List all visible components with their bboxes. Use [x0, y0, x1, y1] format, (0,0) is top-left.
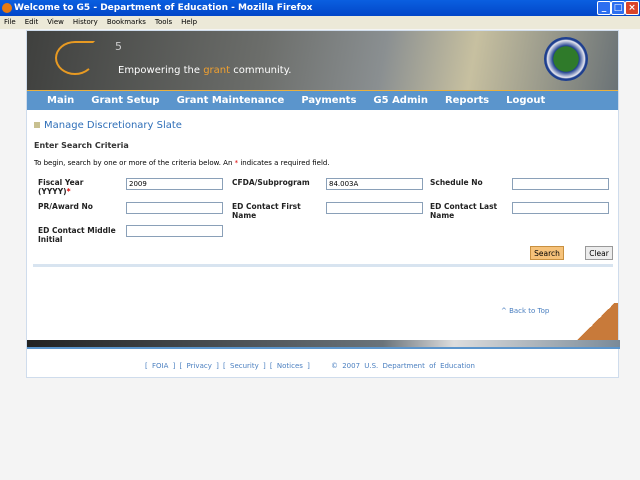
cfda-input[interactable]: [326, 178, 423, 190]
department-seal-icon: [544, 37, 588, 81]
copyright: © 2007 U.S. Department of Education: [331, 362, 475, 370]
g5-logo: [55, 41, 95, 75]
close-button[interactable]: ×: [625, 1, 639, 15]
bullet-icon: [34, 122, 40, 128]
menu-tools[interactable]: Tools: [155, 18, 172, 26]
notices-link[interactable]: Notices: [277, 362, 303, 370]
tagline: Empowering the grant community.: [118, 65, 291, 76]
menu-edit[interactable]: Edit: [25, 18, 39, 26]
fiscal-year-input[interactable]: [126, 178, 223, 190]
nav-g5-admin[interactable]: G5 Admin: [373, 91, 428, 110]
schedule-no-label: Schedule No: [430, 178, 483, 187]
divider: [33, 264, 613, 267]
nav-main[interactable]: Main: [47, 91, 74, 110]
schedule-no-input[interactable]: [512, 178, 609, 190]
clear-button[interactable]: Clear: [585, 246, 613, 260]
tagline-post: community.: [230, 65, 292, 76]
search-button[interactable]: Search: [530, 246, 564, 260]
classroom-image: [574, 303, 618, 340]
section-title: Enter Search Criteria: [34, 141, 129, 150]
page-title: Manage Discretionary Slate: [34, 120, 611, 131]
middle-initial-label: ED Contact Middle Initial: [38, 226, 116, 244]
banner: 5 Empowering the grant community.: [27, 31, 618, 90]
fiscal-year-label: Fiscal Year (YYYY)*: [38, 178, 84, 196]
intro-pre: To begin, search by one or more of the c…: [34, 159, 235, 167]
pr-award-label: PR/Award No: [38, 202, 93, 211]
menu-help[interactable]: Help: [181, 18, 197, 26]
tagline-hl: grant: [203, 65, 231, 76]
first-name-input[interactable]: [326, 202, 423, 214]
footer: [ FOIA ] [ Privacy ] [ Security ] [ Noti…: [145, 362, 475, 370]
last-name-input[interactable]: [512, 202, 609, 214]
nav-grant-setup[interactable]: Grant Setup: [91, 91, 159, 110]
window-titlebar: Welcome to G5 - Department of Education …: [0, 0, 640, 16]
menu-file[interactable]: File: [4, 18, 16, 26]
page: 5 Empowering the grant community. Main Gr…: [26, 30, 620, 378]
minimize-button[interactable]: _: [597, 1, 611, 15]
menu-bar: File Edit View History Bookmarks Tools Help: [0, 16, 640, 29]
maximize-button[interactable]: □: [611, 1, 625, 15]
pr-award-input[interactable]: [126, 202, 223, 214]
main-nav: Main Grant Setup Grant Maintenance Payments…: [27, 90, 618, 110]
tagline-pre: Empowering the: [118, 65, 204, 76]
window-title: Welcome to G5 - Department of Education …: [14, 3, 313, 13]
nav-payments[interactable]: Payments: [301, 91, 356, 110]
nav-grant-maintenance[interactable]: Grant Maintenance: [177, 91, 285, 110]
security-link[interactable]: Security: [230, 362, 259, 370]
back-to-top-link[interactable]: ^ Back to Top: [501, 307, 549, 315]
menu-history[interactable]: History: [73, 18, 98, 26]
cfda-label: CFDA/Subprogram: [232, 178, 310, 187]
first-name-label: ED Contact First Name: [232, 202, 301, 220]
intro-post: indicates a required field.: [238, 159, 330, 167]
privacy-link[interactable]: Privacy: [187, 362, 212, 370]
middle-initial-input[interactable]: [126, 225, 223, 237]
footer-strip: [27, 340, 620, 349]
nav-reports[interactable]: Reports: [445, 91, 489, 110]
foia-link[interactable]: FOIA: [152, 362, 168, 370]
nav-logout[interactable]: Logout: [506, 91, 545, 110]
menu-view[interactable]: View: [47, 18, 64, 26]
logo-sup: 5: [115, 40, 122, 53]
intro-text: To begin, search by one or more of the c…: [34, 159, 611, 167]
last-name-label: ED Contact Last Name: [430, 202, 498, 220]
menu-bookmarks[interactable]: Bookmarks: [107, 18, 146, 26]
firefox-icon: [2, 3, 12, 13]
page-title-text: Manage Discretionary Slate: [44, 120, 182, 131]
